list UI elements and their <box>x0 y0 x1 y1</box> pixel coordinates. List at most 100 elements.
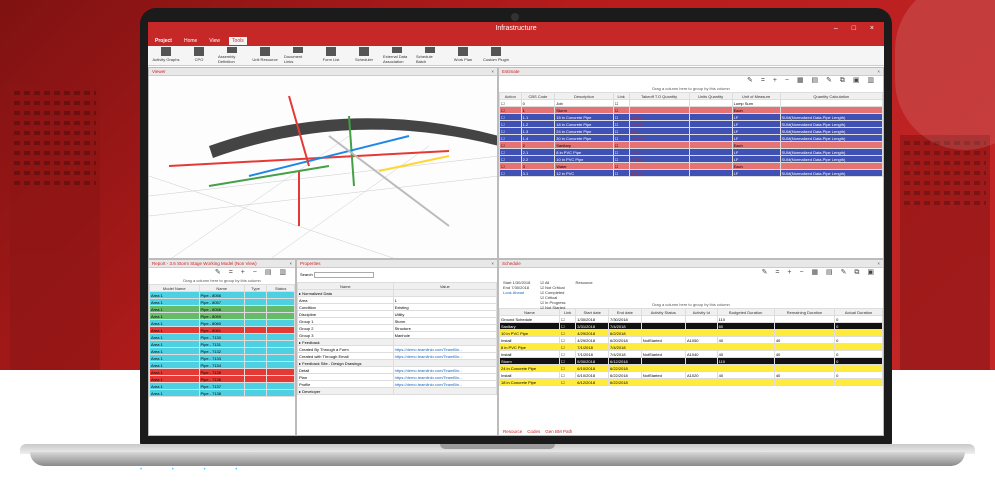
ribbon-button[interactable]: External Data Association <box>383 47 411 64</box>
table-row[interactable]: Area 1 Pipe - 7136 <box>149 375 295 383</box>
property-row[interactable]: Condition Existing <box>297 303 497 311</box>
table-row[interactable]: Install ☐ 7/1/2018 7/4/2018 NotStarted A1040 4… <box>499 350 883 358</box>
table-row[interactable]: Area 1 Pipe - 7130 <box>149 333 295 341</box>
close-icon[interactable]: × <box>491 260 494 268</box>
schedule-column-header[interactable]: Activity Status <box>640 308 686 316</box>
ribbon-tab-tools[interactable]: Tools <box>229 37 247 45</box>
properties-column-header[interactable]: Name <box>297 282 394 290</box>
table-row[interactable]: 10 in PVC Pipe ☐ 4/29/2018 6/2/2018 <box>499 329 883 337</box>
ribbon-tab-home[interactable]: Home <box>181 37 200 45</box>
close-icon[interactable]: × <box>289 260 292 268</box>
ribbon-button[interactable]: Assembly Definition <box>218 47 246 64</box>
table-row[interactable]: Area 1 Pipe - 7135 <box>149 368 295 376</box>
property-row[interactable]: Detail https://demo.teamlinkr.com/TeamBin… <box>297 366 497 374</box>
estimate-column-header[interactable]: Action <box>499 92 522 100</box>
property-row[interactable]: Profile https://demo.teamlinkr.com/TeamBi… <box>297 380 497 388</box>
schedule-column-header[interactable]: Start date <box>575 308 609 316</box>
report-column-header[interactable]: Status <box>266 284 295 292</box>
table-row[interactable]: Storm ☐ 5/30/2018 6/12/2018 110 0 <box>499 357 883 365</box>
estimate-column-header[interactable]: Link <box>612 92 630 100</box>
table-row[interactable]: ☐ 0 Job ☐ Lump Sum <box>499 99 883 107</box>
table-row[interactable]: ☐ 1 Storm ☐ Each <box>499 106 883 114</box>
table-row[interactable]: ☐ 3 Water ☐ Each <box>499 162 883 170</box>
ribbon-button[interactable]: Form List <box>317 47 345 64</box>
schedule-toolbar[interactable]: ✎ = + − ▦ ▤ ✎ ⧉ ▣ <box>499 268 883 278</box>
table-row[interactable]: Area 1 Pipe - 7133 <box>149 354 295 362</box>
property-value[interactable]: https://demo.teamlinkr.com/TeamBin... <box>392 352 497 360</box>
tab-resource[interactable]: Resource <box>503 429 522 434</box>
table-row[interactable]: ☐ 2 Sanitary ☐ Each <box>499 141 883 149</box>
report-toolbar[interactable]: ✎ = + − ▤ ▥ <box>149 268 295 278</box>
table-row[interactable]: ☐ 1.1 15 in Concrete Pipe ☐ 426.52 LF SUM(Norm… <box>499 113 883 121</box>
close-icon[interactable]: × <box>877 260 880 268</box>
table-row[interactable]: Area 1 Pipe - 7138 <box>149 389 295 397</box>
table-row[interactable]: Ground Schedule ☐ 1/30/2018 7/30/2018 110 0 <box>499 315 883 323</box>
schedule-column-header[interactable]: Activity Id <box>684 308 718 316</box>
properties-column-header[interactable]: Value <box>392 282 497 290</box>
ribbon-tab-view[interactable]: View <box>206 37 223 45</box>
ribbon-button[interactable]: CPO <box>185 47 213 64</box>
property-group[interactable]: ▸ Developer <box>297 387 497 395</box>
tab-gen-bm-path[interactable]: Gen BM Path <box>545 429 572 434</box>
report-column-header[interactable]: Type <box>243 284 268 292</box>
date-range[interactable]: Start 1/30/2018 End 7/30/2018 Look Ahead <box>503 280 530 300</box>
table-row[interactable]: Area 1 Pipe - 8057 <box>149 298 295 306</box>
table-row[interactable]: Install ☐ 6/10/2018 6/22/2018 NotStarted A102… <box>499 371 883 379</box>
table-row[interactable]: Area 1 Pipe - 8061 <box>149 326 295 334</box>
table-row[interactable]: Area 1 Pipe - 8059 <box>149 312 295 320</box>
table-row[interactable]: Area 1 Pipe - 8058 <box>149 305 295 313</box>
close-icon[interactable]: × <box>491 68 494 76</box>
estimate-column-header[interactable]: Units Quantity <box>688 92 733 100</box>
table-row[interactable]: ☐ 2.1 8 in PVC Pipe ☐ 1490.16 LF SUM(Normalize… <box>499 148 883 156</box>
table-row[interactable]: Area 1 Pipe - 8060 <box>149 319 295 327</box>
ribbon-button[interactable]: Unit Resource <box>251 47 279 64</box>
estimate-column-header[interactable]: Takeoff T.O Quantity <box>628 92 690 100</box>
property-row[interactable]: Group 3 Manhole <box>297 331 497 339</box>
ribbon-button[interactable]: Document Links <box>284 47 312 64</box>
ribbon-tab-project[interactable]: Project <box>152 37 175 45</box>
table-row[interactable]: Install ☐ 4/29/2018 6/20/2018 NotStarted A105… <box>499 336 883 344</box>
window-controls[interactable]: – □ × <box>834 22 880 36</box>
schedule-column-header[interactable]: End date <box>607 308 642 316</box>
property-row[interactable]: Created By Through a Form https://demo.te… <box>297 345 497 353</box>
table-row[interactable]: Area 1 Pipe - 7131 <box>149 340 295 348</box>
status-filters[interactable]: ☑ All ☑ Not Critical ☑ Completed ☑ Critical… <box>540 280 565 310</box>
property-row[interactable]: Group 1 Storm <box>297 317 497 325</box>
property-row[interactable]: Area 1 <box>297 296 497 304</box>
property-row[interactable]: Plan https://demo.teamlinkr.com/TeamBin..… <box>297 373 497 381</box>
table-row[interactable]: 24 in Concrete Pipe ☐ 6/10/2018 6/22/2018 <box>499 364 883 372</box>
table-row[interactable]: ☐ 1.4 30 in Concrete Pipe ☐ 136.99 LF SUM(Norm… <box>499 134 883 142</box>
ribbon-button[interactable]: Schedule Batch <box>416 47 444 64</box>
property-group[interactable]: ▸ Normalized Data <box>297 289 497 297</box>
table-row[interactable]: 8 in PVC Pipe ☐ 7/1/2018 7/4/2018 <box>499 343 883 351</box>
schedule-column-header[interactable]: Budgeted Duration <box>716 308 775 316</box>
close-icon[interactable]: × <box>877 68 880 76</box>
tab-codes[interactable]: Codes <box>527 429 540 434</box>
property-group[interactable]: ▸ Feedback <box>297 338 497 346</box>
table-row[interactable]: 18 in Concrete Pipe ☐ 6/12/2018 6/22/2018 <box>499 378 883 386</box>
table-row[interactable]: ☐ 1.3 24 in Concrete Pipe ☐ 89.1 LF SUM(Normal… <box>499 127 883 135</box>
table-row[interactable]: Area 1 Pipe - 7137 <box>149 382 295 390</box>
table-row[interactable]: ☐ 1.2 18 in Concrete Pipe ☐ 263.92 LF SUM(Norm… <box>499 120 883 128</box>
estimate-column-header[interactable]: Quantity Calculation <box>779 92 883 100</box>
property-value[interactable]: https://demo.teamlinkr.com/TeamBin... <box>392 380 497 388</box>
ribbon-button[interactable]: Activity Graphs <box>152 47 180 64</box>
property-row[interactable]: Discipline Utility <box>297 310 497 318</box>
resource-filter[interactable]: Resource <box>576 280 593 300</box>
table-row[interactable]: ☐ 2.2 10 in PVC Pipe ☐ 471.56 LF SUM(Normalize… <box>499 155 883 163</box>
schedule-column-header[interactable]: Remaining Duration <box>773 308 836 316</box>
ribbon-button[interactable]: Scheduler <box>350 47 378 64</box>
search-input[interactable] <box>313 272 374 278</box>
status-checkbox[interactable]: ☑ Not Started <box>540 305 565 310</box>
property-value[interactable]: https://demo.teamlinkr.com/TeamBin... <box>392 345 497 353</box>
table-row[interactable]: Sanitary ☐ 3/31/2018 7/4/2018 80 0 <box>499 322 883 330</box>
ribbon-button[interactable]: Work Plan <box>449 47 477 64</box>
estimate-column-header[interactable]: CBS Code <box>520 92 556 100</box>
property-row[interactable]: Created with Through Email https://demo.t… <box>297 352 497 360</box>
property-group[interactable]: ▸ Feedback Site - Design Drawings <box>297 359 497 367</box>
table-row[interactable]: Area 1 Pipe - 7132 <box>149 347 295 355</box>
schedule-column-header[interactable]: Actual Duration <box>834 308 883 316</box>
table-row[interactable]: ☐ 3.1 12 in PVC ☐ 428.72 LF SUM(Normalized Dat… <box>499 169 883 177</box>
estimate-column-header[interactable]: Unit of Measure <box>731 92 781 100</box>
3d-model-view[interactable] <box>149 76 497 258</box>
